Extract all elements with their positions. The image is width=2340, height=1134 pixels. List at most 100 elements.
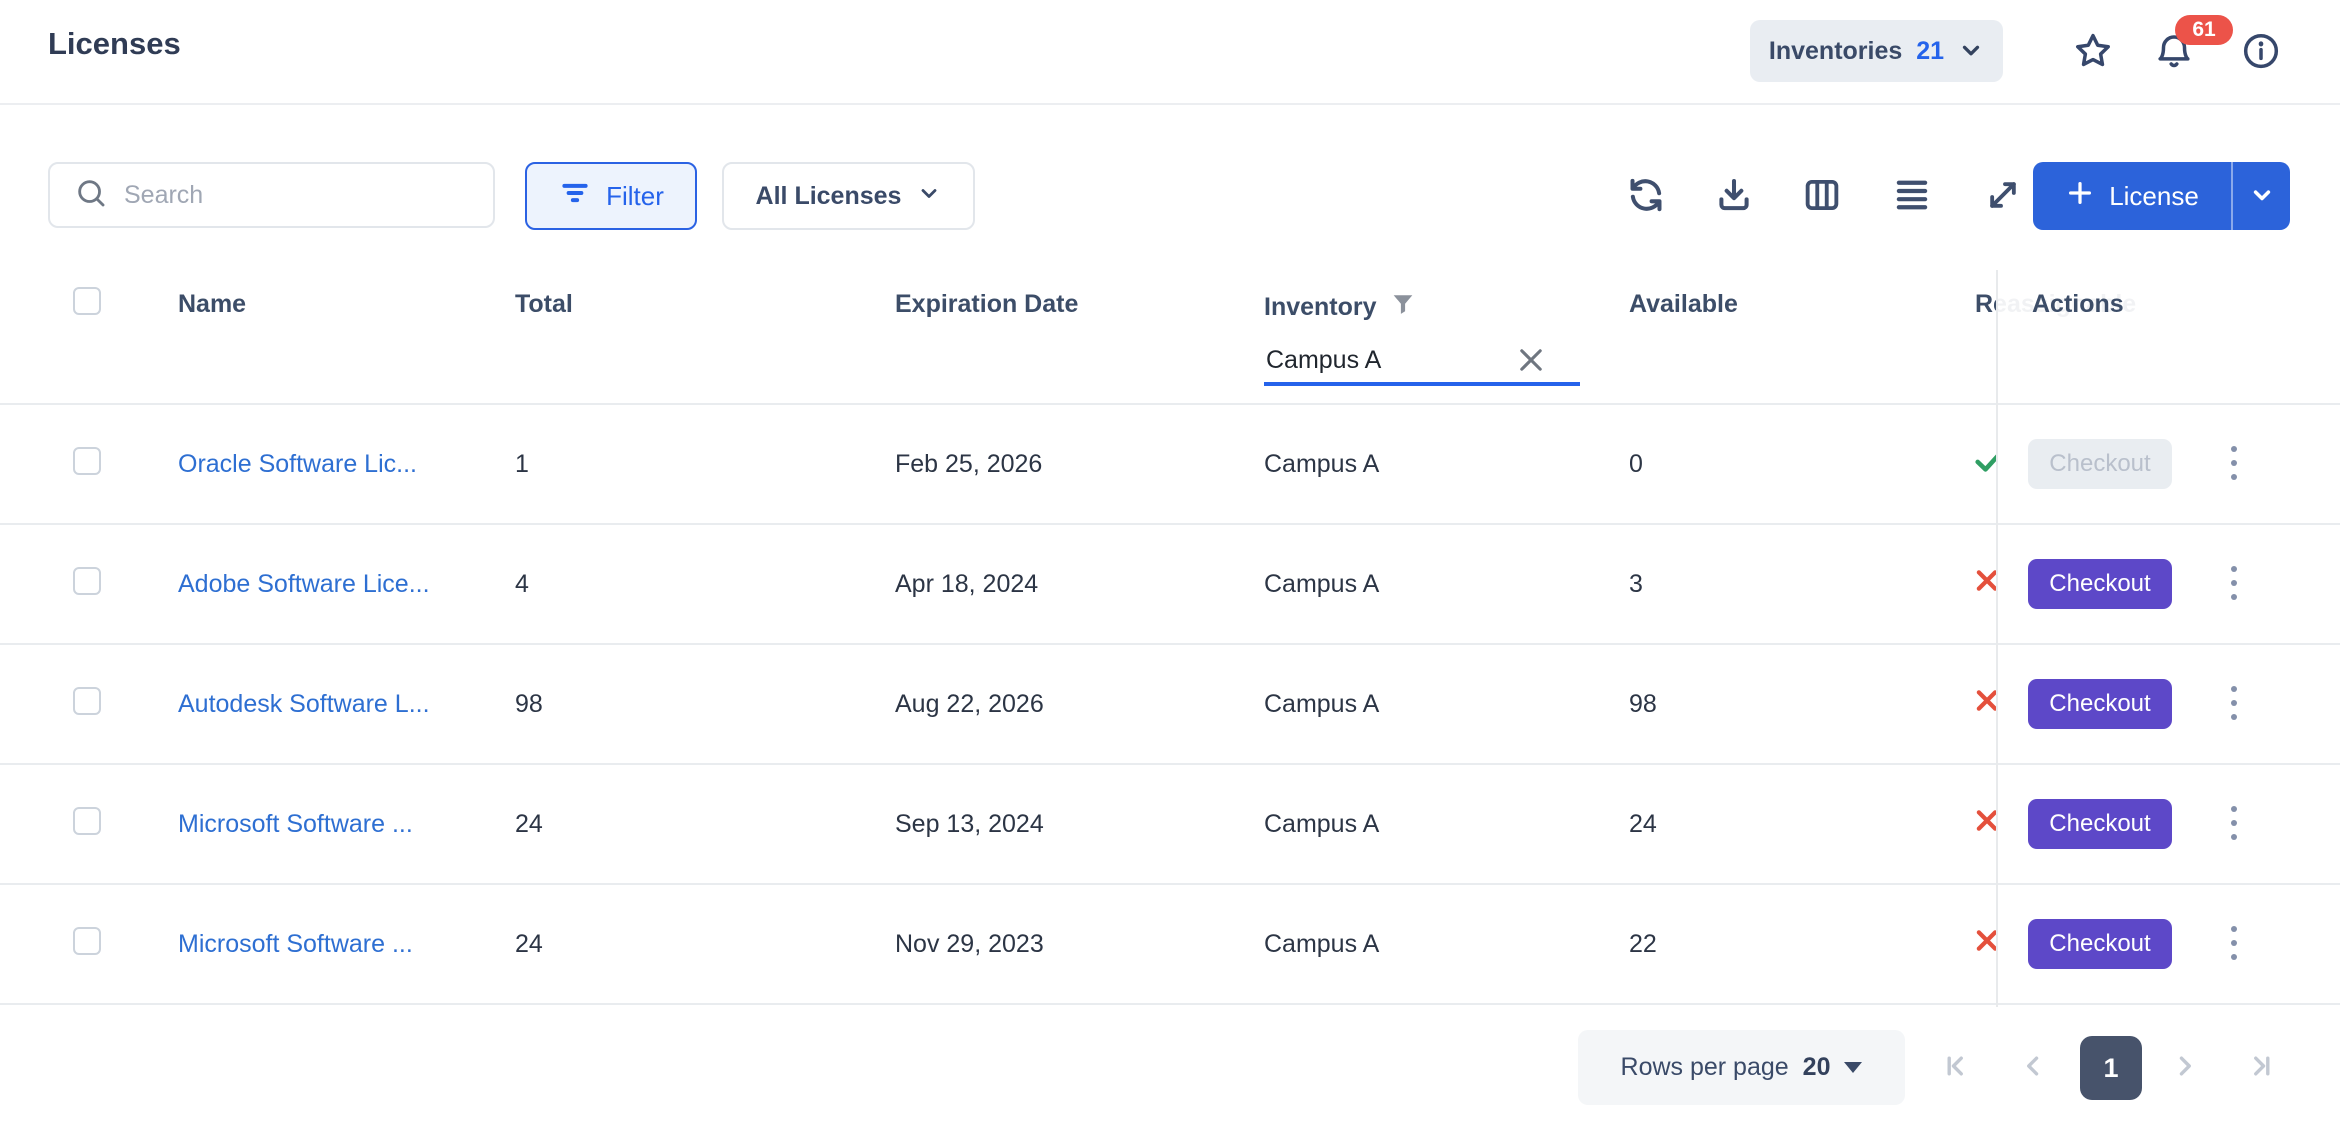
column-header-actions: Actions xyxy=(1997,270,2340,403)
info-icon xyxy=(2240,30,2282,75)
row-checkbox[interactable] xyxy=(73,567,101,595)
inventory-cell: Campus A xyxy=(1264,450,1629,479)
kebab-icon xyxy=(2228,441,2240,488)
kebab-icon xyxy=(2228,681,2240,728)
x-icon xyxy=(1975,926,1997,963)
next-page-button[interactable] xyxy=(2163,1045,2207,1089)
total-cell: 24 xyxy=(515,930,895,959)
column-header-expiration[interactable]: Expiration Date xyxy=(895,270,1264,403)
license-name-link[interactable]: Autodesk Software L... xyxy=(178,690,515,719)
filter-button[interactable]: Filter xyxy=(525,162,697,230)
add-license-split-button: License xyxy=(2033,162,2290,230)
page-title: Licenses xyxy=(48,26,181,62)
row-density-icon xyxy=(1891,174,1933,219)
expiration-date-cell: Sep 13, 2024 xyxy=(895,810,1264,839)
license-name-link[interactable]: Microsoft Software ... xyxy=(178,810,515,839)
row-density-button[interactable] xyxy=(1890,174,1934,218)
columns-button[interactable] xyxy=(1800,174,1844,218)
previous-page-button[interactable] xyxy=(2011,1045,2055,1089)
scope-label: All Licenses xyxy=(756,182,902,211)
expiration-date-cell: Aug 22, 2026 xyxy=(895,690,1264,719)
star-icon xyxy=(2072,30,2114,75)
column-header-reassignable: Reassignable xyxy=(1975,270,1997,403)
add-license-dropdown[interactable] xyxy=(2231,162,2290,230)
info-button[interactable] xyxy=(2239,30,2283,74)
x-icon xyxy=(1975,806,1997,843)
last-page-icon xyxy=(2243,1049,2277,1086)
license-name-link[interactable]: Adobe Software Lice... xyxy=(178,570,515,599)
expand-icon xyxy=(1983,175,2023,218)
triangle-down-icon xyxy=(1844,1062,1862,1073)
actions-cell: Checkout xyxy=(1997,645,2340,763)
inventory-header-label[interactable]: Inventory xyxy=(1264,293,1377,322)
reassignable-cell xyxy=(1975,765,1997,883)
chevron-down-icon xyxy=(2248,181,2276,212)
refresh-button[interactable] xyxy=(1624,174,1668,218)
row-menu-button[interactable] xyxy=(2212,676,2256,732)
available-cell: 24 xyxy=(1629,810,1975,839)
kebab-icon xyxy=(2228,561,2240,608)
fullscreen-button[interactable] xyxy=(1981,174,2025,218)
chevron-left-icon xyxy=(2016,1049,2050,1086)
search-box xyxy=(48,162,495,228)
licenses-page: Licenses Inventories 21 61 xyxy=(0,0,2340,1134)
search-input[interactable] xyxy=(122,180,493,211)
total-cell: 1 xyxy=(515,450,895,479)
row-checkbox[interactable] xyxy=(73,447,101,475)
column-header-name[interactable]: Name xyxy=(178,270,515,403)
row-checkbox[interactable] xyxy=(73,687,101,715)
last-page-button[interactable] xyxy=(2238,1045,2282,1089)
checkout-button[interactable]: Checkout xyxy=(2028,679,2172,729)
checkout-button[interactable]: Checkout xyxy=(2028,919,2172,969)
column-header-total[interactable]: Total xyxy=(515,270,895,403)
column-header-available[interactable]: Available xyxy=(1629,270,1975,403)
columns-icon xyxy=(1801,174,1843,219)
inventory-cell: Campus A xyxy=(1264,570,1629,599)
filter-funnel-icon[interactable] xyxy=(1389,290,1417,325)
refresh-icon xyxy=(1625,174,1667,219)
rows-per-page-label: Rows per page xyxy=(1621,1053,1789,1082)
row-menu-button[interactable] xyxy=(2212,916,2256,972)
sticky-column-divider xyxy=(1996,270,1998,1007)
available-cell: 98 xyxy=(1629,690,1975,719)
checkout-button[interactable]: Checkout xyxy=(2028,439,2172,489)
first-page-icon xyxy=(1940,1049,1974,1086)
checkout-button[interactable]: Checkout xyxy=(2028,559,2172,609)
export-button[interactable] xyxy=(1712,174,1756,218)
expiration-date-cell: Nov 29, 2023 xyxy=(895,930,1264,959)
expiration-date-cell: Feb 25, 2026 xyxy=(895,450,1264,479)
search-icon xyxy=(50,176,108,215)
checkout-button[interactable]: Checkout xyxy=(2028,799,2172,849)
table-row: Adobe Software Lice... 4 Apr 18, 2024 Ca… xyxy=(0,525,2340,645)
row-menu-button[interactable] xyxy=(2212,436,2256,492)
row-menu-button[interactable] xyxy=(2212,796,2256,852)
favorite-button[interactable] xyxy=(2071,30,2115,74)
row-checkbox[interactable] xyxy=(73,807,101,835)
download-icon xyxy=(1713,174,1755,219)
chevron-down-icon xyxy=(1958,37,1984,66)
chevron-down-icon xyxy=(917,181,941,212)
clear-filter-button[interactable] xyxy=(1512,342,1550,380)
license-name-link[interactable]: Microsoft Software ... xyxy=(178,930,515,959)
current-page-button[interactable]: 1 xyxy=(2080,1036,2142,1100)
x-icon xyxy=(1975,686,1997,723)
inventory-filter-input[interactable] xyxy=(1264,345,1498,376)
license-scope-dropdown[interactable]: All Licenses xyxy=(722,162,975,230)
inventories-dropdown[interactable]: Inventories 21 xyxy=(1750,20,2003,82)
actions-cell: Checkout xyxy=(1997,765,2340,883)
filter-label: Filter xyxy=(606,181,664,212)
select-all-checkbox[interactable] xyxy=(73,287,101,315)
notifications-button[interactable]: 61 xyxy=(2152,30,2196,74)
rows-per-page-dropdown[interactable]: Rows per page 20 xyxy=(1578,1030,1905,1105)
inventory-cell: Campus A xyxy=(1264,810,1629,839)
add-license-label: License xyxy=(2109,181,2199,212)
first-page-button[interactable] xyxy=(1935,1045,1979,1089)
add-license-button[interactable]: License xyxy=(2033,162,2231,230)
total-cell: 98 xyxy=(515,690,895,719)
row-checkbox[interactable] xyxy=(73,927,101,955)
actions-cell: Checkout xyxy=(1997,525,2340,643)
kebab-icon xyxy=(2228,801,2240,848)
license-name-link[interactable]: Oracle Software Lic... xyxy=(178,450,515,479)
inventories-count: 21 xyxy=(1916,37,1944,66)
row-menu-button[interactable] xyxy=(2212,556,2256,612)
